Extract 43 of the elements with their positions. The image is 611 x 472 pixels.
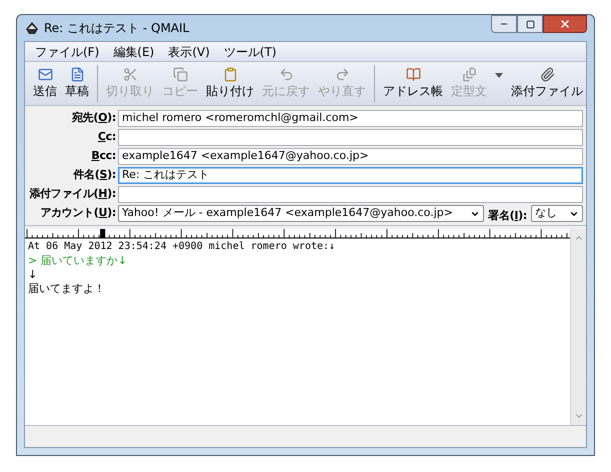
field-label: アカウント(U): <box>40 205 116 222</box>
undo-icon <box>278 67 294 82</box>
field-label: 署名(I): <box>488 208 527 222</box>
toolbar-button[interactable]: 貼り付け <box>202 67 258 100</box>
app-icon <box>24 20 40 36</box>
maximize-icon <box>526 20 534 28</box>
input-field[interactable]: Re: これはテスト <box>118 167 583 184</box>
toolbar-button[interactable]: アドレス帳 <box>379 67 447 100</box>
field-label: 宛先(O): <box>72 110 116 126</box>
toolbar-button[interactable]: 送信 <box>29 67 61 100</box>
maximize-button[interactable] <box>517 15 543 33</box>
document-icon <box>70 67 84 82</box>
field-label: Bcc: <box>91 148 116 164</box>
toolbar-button[interactable]: 草稿 <box>61 67 93 100</box>
account-dropdown[interactable]: Yahoo! メール - example1647 <example1647@yahoo.co.jp> <box>118 205 484 222</box>
book-icon <box>406 67 420 82</box>
field-label: 添付ファイル(H): <box>29 186 116 202</box>
close-icon <box>559 18 571 30</box>
toolbar-button[interactable]: 添付ファイル <box>507 67 587 100</box>
input-field[interactable] <box>118 129 583 146</box>
menu-item[interactable]: ファイル(F) <box>29 42 106 60</box>
paperclip-icon <box>540 67 554 82</box>
input-field[interactable]: example1647 <example1647@yahoo.co.jp> <box>118 148 583 165</box>
attribution-line: At 06 May 2012 23:54:24 +0900 michel romero wrote:↓ <box>28 240 336 254</box>
quoted-line: > 届いていますか↓ <box>28 254 127 268</box>
menu-item[interactable]: 編集(E) <box>107 42 160 60</box>
body-line: ↓ <box>28 268 38 282</box>
input-field[interactable]: michel romero <romeromchl@gmail.com> <box>118 110 583 127</box>
field-label: Cc: <box>98 129 116 146</box>
envelope-icon <box>38 67 52 82</box>
field-label: 件名(S): <box>73 167 116 184</box>
body-line: 届いてますよ！ <box>28 282 105 296</box>
clipboard-icon <box>222 67 238 82</box>
copy-icon <box>172 67 188 82</box>
scissors-icon <box>122 67 138 82</box>
menu-item[interactable]: ツール(T) <box>218 42 282 60</box>
window-title: Re: これはテスト - QMAIL <box>44 20 190 37</box>
signature-dropdown[interactable]: なし <box>531 205 583 222</box>
document-stack-icon <box>462 67 476 82</box>
redo-icon <box>334 67 350 82</box>
input-field[interactable] <box>118 186 583 203</box>
menu-item[interactable]: 表示(V) <box>162 42 216 60</box>
close-button[interactable] <box>543 15 587 33</box>
